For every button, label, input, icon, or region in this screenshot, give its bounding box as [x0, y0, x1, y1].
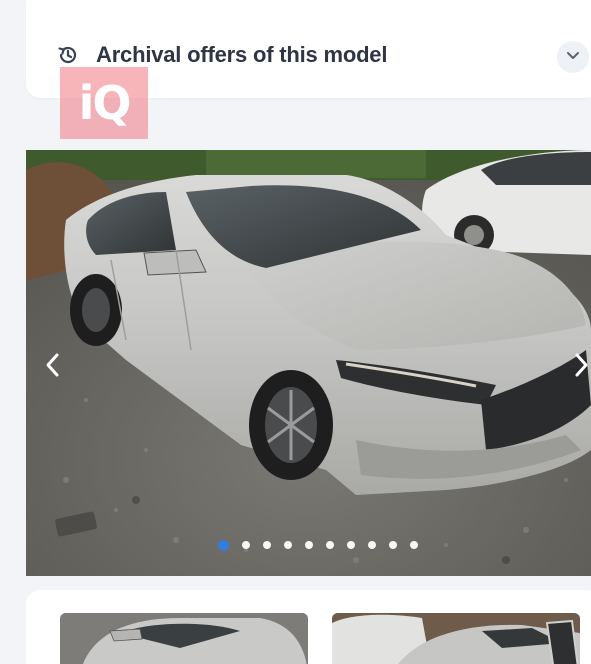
slide-indicator — [218, 539, 418, 551]
chevron-down-icon — [566, 48, 580, 66]
history-icon — [57, 44, 79, 66]
car-photo — [26, 150, 591, 576]
slide-dot[interactable] — [368, 541, 376, 549]
thumbnail-1[interactable] — [60, 613, 308, 664]
slide-dot[interactable] — [389, 541, 397, 549]
slide-dot[interactable] — [263, 541, 271, 549]
chevron-left-icon[interactable] — [42, 350, 64, 380]
slide-dot[interactable] — [347, 541, 355, 549]
slide-dot[interactable] — [410, 541, 418, 549]
thumbnail-photo — [60, 613, 308, 664]
slide-dot[interactable] — [284, 541, 292, 549]
thumbnail-2[interactable] — [332, 613, 580, 664]
chevron-right-icon[interactable] — [572, 350, 590, 380]
section-title: Archival offers of this model — [96, 42, 388, 67]
thumbnail-photo — [332, 613, 580, 664]
slide-dot[interactable] — [305, 541, 313, 549]
slide-dot[interactable] — [242, 541, 250, 549]
expand-button[interactable] — [557, 41, 589, 73]
watermark-logo: iQ — [60, 67, 148, 139]
photo-gallery[interactable] — [26, 150, 591, 576]
slide-dot[interactable] — [326, 541, 334, 549]
slide-dot-active[interactable] — [218, 539, 229, 551]
